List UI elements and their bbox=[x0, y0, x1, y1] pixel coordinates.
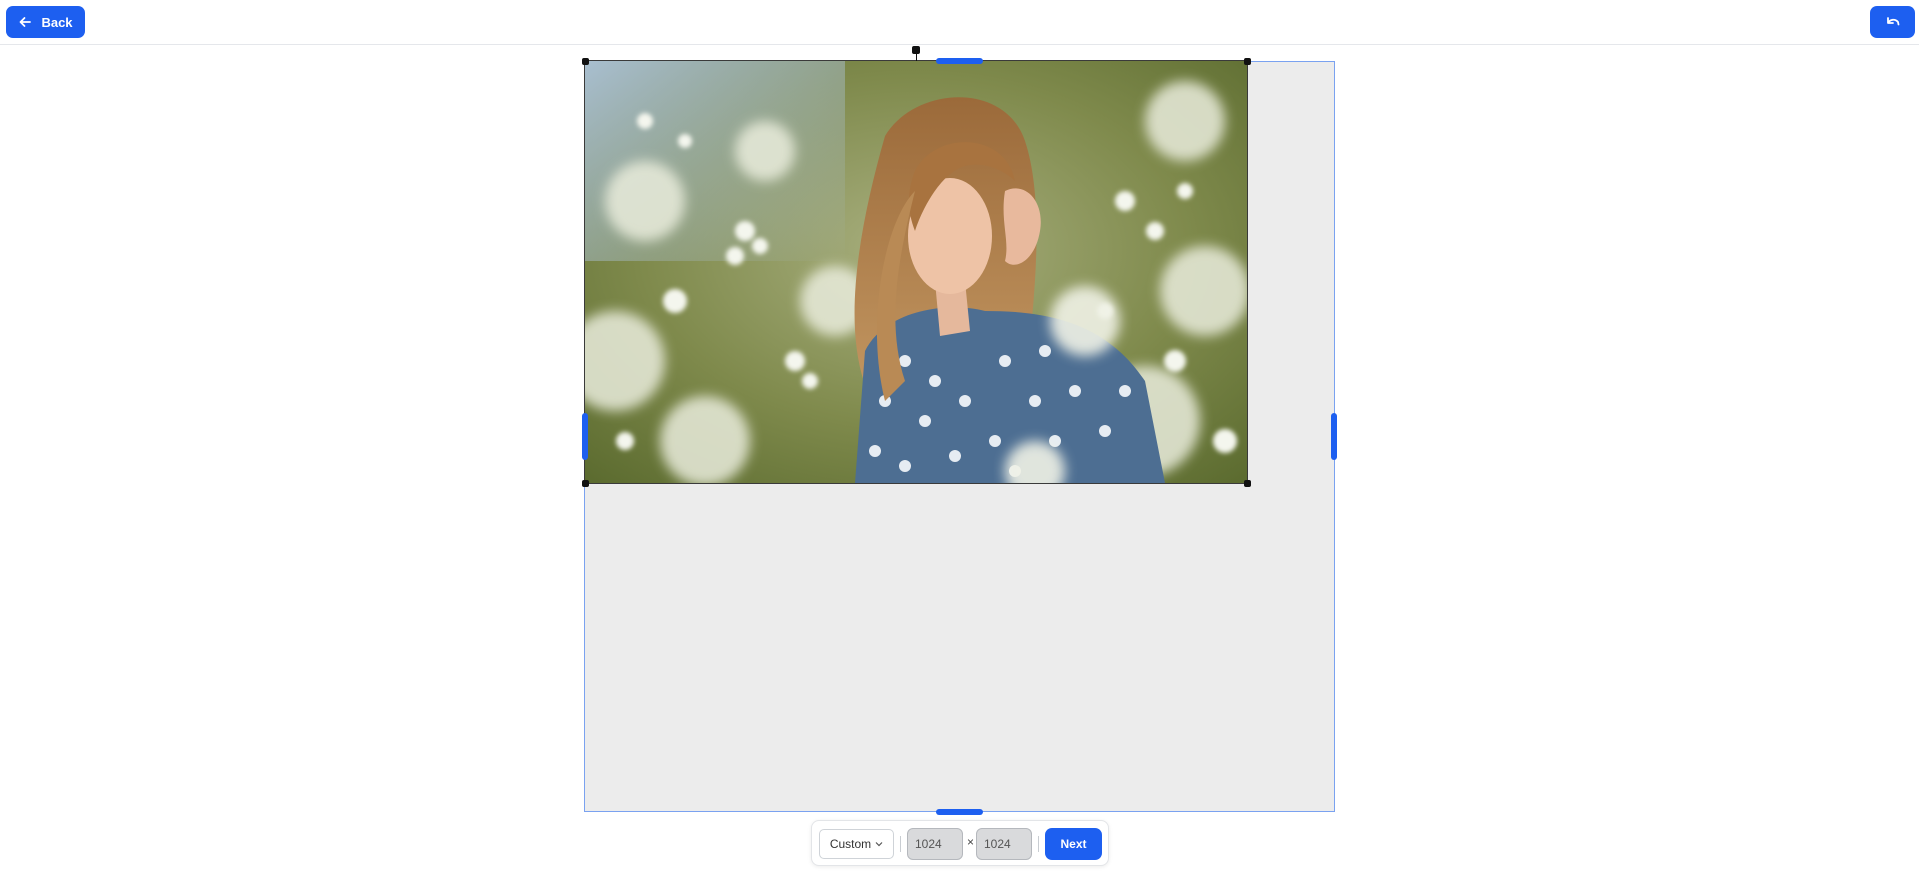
undo-button[interactable] bbox=[1870, 6, 1915, 38]
top-bar: Back bbox=[0, 0, 1919, 45]
times-symbol: × bbox=[967, 835, 975, 849]
canvas-resize-handle-left[interactable] bbox=[582, 413, 588, 460]
back-button[interactable]: Back bbox=[6, 6, 85, 38]
size-preset-dropdown[interactable]: Custom bbox=[819, 829, 894, 859]
height-input[interactable] bbox=[976, 828, 1032, 860]
canvas-resize-handle-top[interactable] bbox=[936, 58, 983, 64]
width-input[interactable] bbox=[907, 828, 963, 860]
divider bbox=[1038, 836, 1039, 852]
rotate-handle[interactable] bbox=[912, 46, 920, 54]
undo-icon bbox=[1886, 17, 1899, 26]
next-button[interactable]: Next bbox=[1045, 828, 1102, 860]
image-layer[interactable] bbox=[584, 60, 1248, 484]
canvas-resize-handle-right[interactable] bbox=[1331, 413, 1337, 460]
size-toolbar: Custom × Next bbox=[811, 820, 1109, 866]
resize-handle-top-right[interactable] bbox=[1244, 58, 1251, 65]
chevron-down-icon bbox=[875, 842, 883, 847]
divider bbox=[900, 836, 901, 852]
resize-handle-bottom-left[interactable] bbox=[582, 480, 589, 487]
size-preset-value: Custom bbox=[829, 837, 872, 851]
resize-handle-bottom-right[interactable] bbox=[1244, 480, 1251, 487]
canvas-resize-handle-bottom[interactable] bbox=[936, 809, 983, 815]
arrow-left-icon bbox=[20, 17, 32, 27]
back-button-label: Back bbox=[41, 14, 73, 30]
resize-handle-top-left[interactable] bbox=[582, 58, 589, 65]
photo-image bbox=[585, 61, 1247, 483]
